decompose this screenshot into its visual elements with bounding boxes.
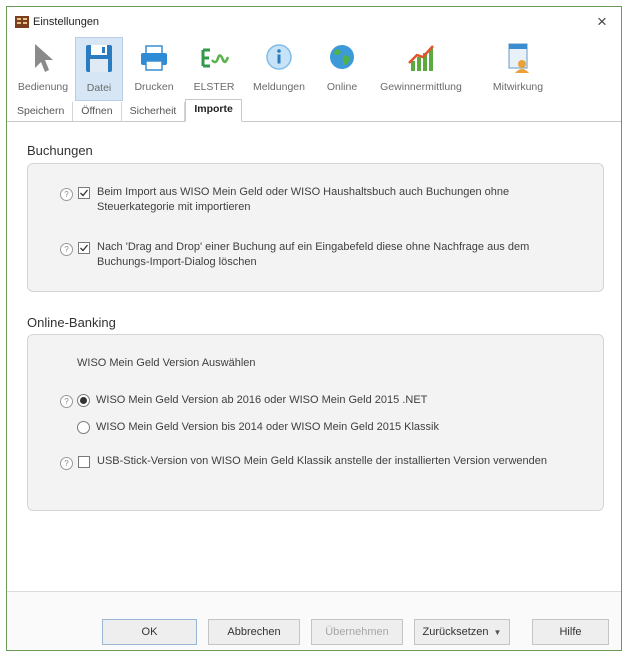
tool-bedienung[interactable]: Bedienung — [11, 37, 75, 101]
checkmark-icon — [80, 244, 89, 252]
tool-datei[interactable]: Datei — [75, 37, 123, 101]
tool-gewinnermittlung[interactable]: Gewinnermittlung — [369, 37, 473, 101]
help-icon[interactable]: ? — [60, 243, 73, 256]
settings-content: Buchungen ? Beim Import aus WISO Mein Ge… — [7, 123, 621, 581]
info-icon — [266, 44, 292, 70]
checkmark-icon — [80, 189, 89, 197]
version-2016-label: WISO Mein Geld Version ab 2016 oder WISO… — [96, 394, 428, 406]
buchungen-group: ? Beim Import aus WISO Mein Geld oder WI… — [27, 163, 604, 292]
tool-online[interactable]: Online — [315, 37, 369, 101]
tab-sicherheit[interactable]: Sicherheit — [122, 102, 186, 121]
tool-label: Datei — [86, 82, 112, 94]
window-title: Einstellungen — [33, 16, 100, 28]
close-button[interactable]: × — [591, 11, 613, 33]
tab-speichern[interactable]: Speichern — [9, 102, 74, 121]
tab-importe[interactable]: Importe — [185, 99, 242, 122]
version-select-heading: WISO Mein Geld Version Auswählen — [77, 357, 256, 369]
document-person-icon — [508, 43, 529, 73]
category-toolbar: Bedienung Datei Drucken ELSTER Meldungen… — [7, 37, 621, 101]
settings-window: Einstellungen × Bedienung Datei Drucken … — [6, 6, 622, 651]
drag-drop-delete-label: Nach 'Drag and Drop' einer Buchung auf e… — [97, 241, 530, 268]
tool-elster[interactable]: ELSTER — [185, 37, 243, 101]
app-icon — [15, 16, 29, 28]
section-title-buchungen: Buchungen — [27, 143, 93, 158]
import-without-tax-category-label: Beim Import aus WISO Mein Geld oder WISO… — [97, 186, 510, 213]
reset-dropdown-button[interactable]: Zurücksetzen ▼ — [414, 619, 510, 645]
help-icon[interactable]: ? — [60, 188, 73, 201]
tool-mitwirkung[interactable]: Mitwirkung — [473, 37, 563, 101]
apply-button[interactable]: Übernehmen — [311, 619, 403, 645]
globe-icon — [330, 45, 354, 69]
tab-oeffnen[interactable]: Öffnen — [73, 102, 122, 121]
tool-label: Mitwirkung — [492, 81, 544, 93]
help-icon[interactable]: ? — [60, 457, 73, 470]
drag-drop-delete-checkbox[interactable] — [78, 242, 90, 254]
reset-label: Zurücksetzen — [422, 626, 489, 638]
tool-meldungen[interactable]: Meldungen — [243, 37, 315, 101]
sub-tab-bar: Speichern Öffnen Sicherheit Importe — [7, 99, 621, 122]
version-2014-label: WISO Mein Geld Version bis 2014 oder WIS… — [96, 421, 439, 433]
close-icon: × — [597, 12, 607, 31]
printer-icon — [141, 45, 167, 71]
usb-stick-version-label: USB-Stick-Version von WISO Mein Geld Kla… — [97, 455, 547, 467]
tool-label: Meldungen — [253, 81, 305, 93]
radio-selected-dot — [80, 397, 87, 404]
dialog-footer: OK Abbrechen Übernehmen Zurücksetzen ▼ Hi… — [7, 591, 621, 650]
tool-label: Drucken — [134, 81, 174, 93]
bar-chart-icon — [408, 45, 434, 71]
ok-button[interactable]: OK — [102, 619, 197, 645]
tool-label: ELSTER — [193, 81, 235, 93]
usb-stick-version-checkbox[interactable] — [78, 456, 90, 468]
import-without-tax-category-checkbox[interactable] — [78, 187, 90, 199]
online-banking-group: WISO Mein Geld Version Auswählen ? WISO … — [27, 334, 604, 511]
version-2016-radio[interactable] — [77, 394, 90, 407]
cancel-button[interactable]: Abbrechen — [208, 619, 300, 645]
tool-label: Bedienung — [17, 81, 69, 93]
elster-icon — [201, 48, 230, 68]
help-icon[interactable]: ? — [60, 395, 73, 408]
floppy-disk-icon — [86, 45, 112, 72]
tool-label: Gewinnermittlung — [380, 81, 462, 93]
cursor-arrow-icon — [35, 44, 53, 72]
tool-label: Online — [326, 81, 358, 93]
chevron-down-icon: ▼ — [493, 628, 502, 637]
help-button[interactable]: Hilfe — [532, 619, 609, 645]
tool-drucken[interactable]: Drucken — [123, 37, 185, 101]
title-bar: Einstellungen × — [7, 7, 621, 37]
version-2014-radio[interactable] — [77, 421, 90, 434]
section-title-online-banking: Online-Banking — [27, 315, 116, 330]
